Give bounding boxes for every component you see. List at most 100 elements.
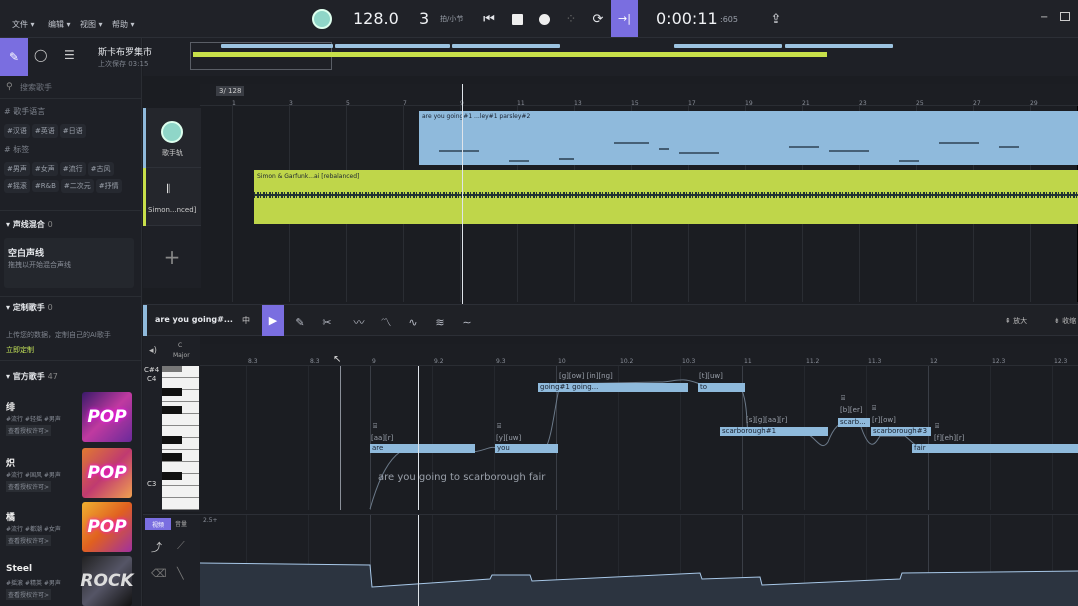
singer-card-fei[interactable]: 绯 #流行 #轻摇 #男声 查看授权许可> POP bbox=[4, 392, 132, 444]
singer-card-ju[interactable]: 橘 #流行 #都潮 #女声 查看授权许可> POP bbox=[4, 502, 132, 554]
pitch-draw-icon[interactable]: 〰 bbox=[350, 313, 368, 331]
mix-section-title[interactable]: ▾ 声线混合 0 bbox=[6, 219, 53, 230]
pitch-smooth-icon[interactable]: ∿ bbox=[404, 313, 422, 331]
black-key[interactable] bbox=[162, 406, 182, 414]
key-mode[interactable]: Major bbox=[173, 352, 190, 359]
scissors-tool-icon[interactable]: ✂ bbox=[318, 313, 336, 331]
singer-card-steel[interactable]: Steel #摇滚 #精英 #男声 查看授权许可> ROCK bbox=[4, 556, 134, 606]
timeline-ruler[interactable]: 3/ 128 1357911131517192123252729 bbox=[200, 84, 1078, 107]
wave-icon[interactable]: ∼ bbox=[458, 313, 476, 331]
param-erase-icon[interactable]: ⌫ bbox=[151, 567, 167, 580]
loop-icon[interactable]: ⟳ bbox=[587, 8, 609, 30]
menu-view[interactable]: 视图 ▾ bbox=[80, 19, 103, 30]
custom-section-title[interactable]: ▾ 定制歌手 0 bbox=[6, 302, 53, 313]
param-tab-pitch[interactable]: 视频 bbox=[145, 518, 171, 530]
singer-card-chi[interactable]: 炽 #流行 #国风 #男声 查看授权许可> POP bbox=[4, 448, 132, 500]
parameter-lane[interactable]: 2.5+ bbox=[200, 514, 1078, 606]
language-select[interactable]: 中 bbox=[242, 315, 250, 326]
maximize-icon[interactable] bbox=[1060, 12, 1070, 21]
note-scarborough-1[interactable]: scarborough#1 bbox=[720, 427, 828, 436]
note-marker-icon: ⌸ bbox=[841, 394, 846, 402]
divider bbox=[0, 210, 142, 211]
user-icon[interactable]: ◯ bbox=[34, 48, 47, 62]
note-label-c3: C3 bbox=[147, 480, 157, 488]
license-link[interactable]: 查看授权许可> bbox=[6, 425, 52, 436]
follow-icon[interactable]: →| bbox=[611, 0, 638, 37]
tempo-value[interactable]: 128.0 bbox=[353, 9, 399, 28]
note-are[interactable]: are bbox=[370, 444, 475, 453]
track-label: Simon...nced] bbox=[148, 206, 197, 214]
note-you[interactable]: you bbox=[495, 444, 558, 453]
black-key[interactable] bbox=[162, 453, 182, 461]
key-tonic[interactable]: C bbox=[178, 342, 182, 349]
note-marker-icon: ⌸ bbox=[373, 422, 378, 430]
menu-file[interactable]: 文件 ▾ bbox=[12, 19, 35, 30]
settings-sliders-icon[interactable]: ☰ bbox=[64, 48, 75, 62]
param-draw-icon[interactable]: ⤴ bbox=[151, 539, 162, 555]
speaker-icon[interactable]: ◂) bbox=[149, 346, 157, 356]
singer-search-tab-icon[interactable]: ✎ bbox=[0, 38, 28, 76]
overview-audio-bar bbox=[193, 52, 827, 57]
tag-female[interactable]: #女声 bbox=[31, 162, 58, 176]
tag-rnb[interactable]: #R&B bbox=[31, 180, 59, 192]
metronome-icon[interactable]: ⁘ bbox=[560, 8, 582, 30]
record-icon[interactable] bbox=[533, 8, 555, 30]
tag-chinese[interactable]: #汉语 bbox=[4, 124, 30, 138]
tag-ancient[interactable]: #古风 bbox=[87, 162, 114, 176]
singer-track-header[interactable]: 歌手轨 bbox=[143, 108, 201, 168]
black-key[interactable] bbox=[162, 388, 182, 396]
piano-roll[interactable]: 8.3 8.3 9 9.2 9.3 10 10.2 10.3 11 11.2 11.3 12 12.3 1… bbox=[200, 344, 1078, 510]
zoom-in-button[interactable]: ⇞ 放大 bbox=[1005, 316, 1027, 326]
editor-clip-name: are you going#... bbox=[155, 315, 233, 324]
black-key[interactable] bbox=[162, 436, 182, 444]
select-tool-icon[interactable]: ▶ bbox=[262, 305, 284, 336]
beats-value[interactable]: 3 bbox=[419, 9, 429, 28]
singer-name: 橘 bbox=[6, 513, 16, 523]
tag-japanese[interactable]: #日语 bbox=[59, 124, 86, 138]
tag-english[interactable]: #英语 bbox=[31, 124, 58, 138]
pitch-erase-icon[interactable]: 〽 bbox=[377, 313, 395, 331]
license-link[interactable]: 查看授权许可> bbox=[6, 481, 52, 492]
key-highlight bbox=[162, 366, 182, 372]
phoneme-label: [r][ow] bbox=[872, 416, 896, 424]
param-line-icon[interactable]: ⟋ bbox=[177, 539, 185, 553]
license-link[interactable]: 查看授权许可> bbox=[6, 589, 52, 600]
tag-rock[interactable]: #摇滚 bbox=[4, 179, 30, 193]
official-section-title[interactable]: ▾ 官方歌手 47 bbox=[6, 371, 58, 382]
tag-pop[interactable]: #流行 bbox=[59, 162, 86, 176]
vocal-clip[interactable]: are you going#1 ...ley#1 parsley#2 bbox=[419, 111, 1078, 165]
track-label: 歌手轨 bbox=[162, 149, 183, 157]
param-straight-icon[interactable]: ╲ bbox=[177, 567, 184, 580]
note-to[interactable]: to bbox=[698, 383, 745, 392]
singer-cover: POP bbox=[82, 448, 132, 498]
add-track-icon[interactable]: + bbox=[143, 226, 201, 288]
note-scarborough-2[interactable]: scarb... bbox=[838, 418, 870, 427]
tag-male[interactable]: #男声 bbox=[4, 162, 30, 176]
overview-block bbox=[335, 44, 450, 48]
note-scarborough-3[interactable]: scarborough#3 bbox=[871, 427, 931, 436]
zoom-out-button[interactable]: ⇟ 收缩 bbox=[1054, 316, 1076, 326]
search-input[interactable]: 搜索歌手 bbox=[20, 82, 135, 93]
custom-now-link[interactable]: 立即定制 bbox=[6, 345, 34, 355]
menu-help[interactable]: 帮助 ▾ bbox=[112, 19, 135, 30]
time-signature[interactable]: 3/ 128 bbox=[216, 86, 245, 96]
export-icon[interactable]: ⇪ bbox=[765, 8, 787, 30]
black-key[interactable] bbox=[162, 472, 182, 480]
stop-icon[interactable] bbox=[506, 8, 528, 30]
param-tab-volume[interactable]: 音量 bbox=[175, 519, 187, 528]
minimize-icon[interactable]: − bbox=[1040, 12, 1048, 23]
pencil-tool-icon[interactable]: ✎ bbox=[291, 313, 309, 331]
menu-edit[interactable]: 编辑 ▾ bbox=[48, 19, 71, 30]
tag-acg[interactable]: #二次元 bbox=[60, 179, 94, 193]
blank-voice-card[interactable]: 空白声线 拖拽以开始混合声线 bbox=[4, 238, 134, 288]
beats-unit: 拍/小节 bbox=[440, 15, 464, 23]
tag-lyrical[interactable]: #抒情 bbox=[95, 179, 122, 193]
note-going[interactable]: going#1 going... bbox=[538, 383, 688, 392]
avatar[interactable] bbox=[312, 9, 332, 29]
vibrato-icon[interactable]: ≋ bbox=[431, 313, 449, 331]
skip-back-icon[interactable]: ⏮ bbox=[478, 8, 500, 30]
license-link[interactable]: 查看授权许可> bbox=[6, 535, 52, 546]
audio-clip[interactable]: Simon & Garfunk...ai [rebalanced] bbox=[254, 170, 1078, 224]
note-fair[interactable]: fair bbox=[912, 444, 1078, 453]
audio-track-header[interactable]: 𝄃 Simon...nced] bbox=[143, 168, 201, 226]
